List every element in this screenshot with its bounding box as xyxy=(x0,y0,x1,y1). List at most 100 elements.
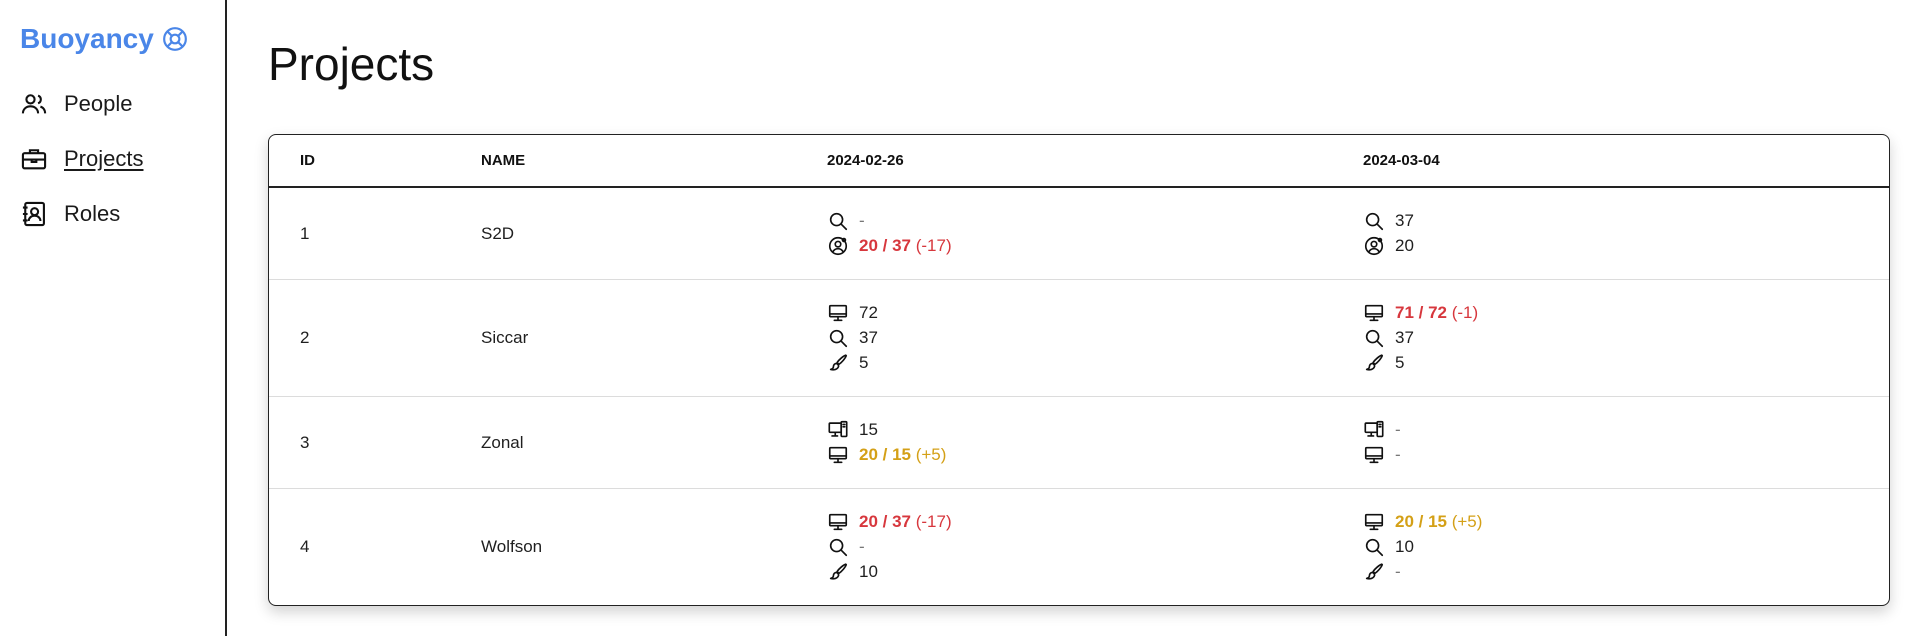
sidebar-item-people[interactable]: People xyxy=(20,76,225,131)
header-date-2[interactable]: 2024-03-04 xyxy=(1363,152,1889,169)
metric-main: 20 / 15 xyxy=(1395,512,1447,531)
metric-value: - xyxy=(1395,562,1401,581)
people-icon xyxy=(21,93,47,113)
brush-icon xyxy=(1365,354,1384,371)
metric-value: - xyxy=(859,537,865,556)
devices-icon xyxy=(828,420,848,438)
cell-date-2: -- xyxy=(1363,418,1889,468)
metric: - xyxy=(1363,560,1889,585)
metric: 37 xyxy=(1363,326,1889,351)
metric: 37 xyxy=(827,326,1363,351)
metric: 20 / 15 (+5) xyxy=(827,443,1363,468)
contact-book-icon xyxy=(22,201,45,226)
metric: 5 xyxy=(827,351,1363,376)
cell-date-1: - 20 / 37 (-17) xyxy=(827,209,1363,259)
cell-date-1: 15 20 / 15 (+5) xyxy=(827,418,1363,468)
metric: 20 / 37 (-17) xyxy=(827,234,1363,259)
search-icon xyxy=(829,538,848,557)
metric-delta: (-17) xyxy=(911,512,952,531)
metric-main: 20 / 15 xyxy=(859,445,911,464)
search-icon xyxy=(1365,212,1384,231)
sidebar: Buoyancy People Projects Roles xyxy=(0,0,227,636)
lifebuoy-icon xyxy=(162,27,187,51)
metric: 37 xyxy=(1363,209,1889,234)
metric: - xyxy=(1363,443,1889,468)
search-icon xyxy=(1365,538,1384,557)
brand[interactable]: Buoyancy xyxy=(20,20,225,58)
user-badge-icon xyxy=(828,236,848,256)
header-id[interactable]: ID xyxy=(269,152,481,169)
metric-value: 5 xyxy=(1395,353,1405,372)
metric: 20 / 15 (+5) xyxy=(1363,510,1889,535)
search-icon xyxy=(829,329,848,348)
metric: - xyxy=(1363,418,1889,443)
sidebar-item-roles[interactable]: Roles xyxy=(20,186,225,241)
metric-value: 72 xyxy=(859,303,878,322)
monitor-icon xyxy=(1364,513,1384,531)
metric-value: 71 / 72 (-1) xyxy=(1395,303,1478,323)
cell-id: 4 xyxy=(300,537,310,556)
cell-name: S2D xyxy=(481,223,515,243)
sidebar-item-projects[interactable]: Projects xyxy=(20,131,225,186)
cell-date-1: 72 37 5 xyxy=(827,301,1363,376)
metric-value: 37 xyxy=(859,328,878,347)
table-row[interactable]: 2 Siccar 72 37 5 71 / 72 (-1) 37 5 xyxy=(269,280,1889,397)
metric-value: 5 xyxy=(859,353,869,372)
metric-value: 10 xyxy=(1395,537,1414,556)
metric-delta: (-17) xyxy=(911,236,952,255)
metric-value: 15 xyxy=(859,420,878,439)
briefcase-icon xyxy=(21,148,47,169)
metric-delta: (+5) xyxy=(1447,512,1483,531)
metric-value: - xyxy=(859,211,865,230)
metric-value: - xyxy=(1395,420,1401,439)
header-date-1[interactable]: 2024-02-26 xyxy=(827,152,1363,169)
sidebar-item-label: Roles xyxy=(64,200,121,226)
sidebar-item-label: Projects xyxy=(64,145,144,171)
brush-icon xyxy=(829,354,848,371)
metric: - xyxy=(827,535,1363,560)
metric-value: 37 xyxy=(1395,328,1414,347)
cell-date-2: 20 / 15 (+5) 10 - xyxy=(1363,510,1889,585)
table-row[interactable]: 1 S2D -20 / 37 (-17) 37 20 xyxy=(269,188,1889,280)
monitor-icon xyxy=(1364,304,1384,322)
header-name[interactable]: NAME xyxy=(481,152,827,169)
cell-name: Zonal xyxy=(481,432,524,452)
sidebar-item-label: People xyxy=(64,90,133,116)
metric-delta: (+5) xyxy=(911,445,947,464)
brush-icon xyxy=(1365,563,1384,580)
metric: 5 xyxy=(1363,351,1889,376)
metric-main: 20 / 37 xyxy=(859,236,911,255)
cell-id: 3 xyxy=(300,432,310,452)
cell-date-1: 20 / 37 (-17) - 10 xyxy=(827,510,1363,585)
brand-name: Buoyancy xyxy=(20,23,154,54)
user-badge-icon xyxy=(1364,236,1384,256)
monitor-icon xyxy=(828,446,848,464)
cell-id: 1 xyxy=(300,223,310,243)
table-row[interactable]: 3 Zonal 15 20 / 15 (+5) -- xyxy=(269,397,1889,489)
metric-value: 20 xyxy=(1395,236,1414,255)
page-title: Projects xyxy=(268,38,435,90)
metric: 10 xyxy=(827,560,1363,585)
monitor-icon xyxy=(828,304,848,322)
cell-date-2: 71 / 72 (-1) 37 5 xyxy=(1363,301,1889,376)
metric-value: 37 xyxy=(1395,211,1414,230)
monitor-icon xyxy=(828,513,848,531)
search-icon xyxy=(829,212,848,231)
metric: - xyxy=(827,209,1363,234)
cell-id: 2 xyxy=(300,328,310,347)
metric: 72 xyxy=(827,301,1363,326)
metric: 71 / 72 (-1) xyxy=(1363,301,1889,326)
cell-name: Wolfson xyxy=(481,537,543,556)
brush-icon xyxy=(829,563,848,580)
metric-delta: (-1) xyxy=(1447,303,1479,322)
metric-value: 20 / 37 (-17) xyxy=(859,236,952,256)
cell-date-2: 37 20 xyxy=(1363,209,1889,259)
table-row[interactable]: 4 Wolfson 20 / 37 (-17) - 10 20 / 15 (+5) 1… xyxy=(269,489,1889,605)
projects-table: ID NAME 2024-02-26 2024-03-04 1 S2D -20 … xyxy=(268,134,1890,606)
metric-value: 20 / 15 (+5) xyxy=(1395,512,1482,532)
metric: 10 xyxy=(1363,535,1889,560)
cell-name: Siccar xyxy=(481,328,529,347)
metric-value: - xyxy=(1395,445,1401,464)
table-header: ID NAME 2024-02-26 2024-03-04 xyxy=(269,135,1889,188)
metric-value: 20 / 15 (+5) xyxy=(859,445,946,465)
